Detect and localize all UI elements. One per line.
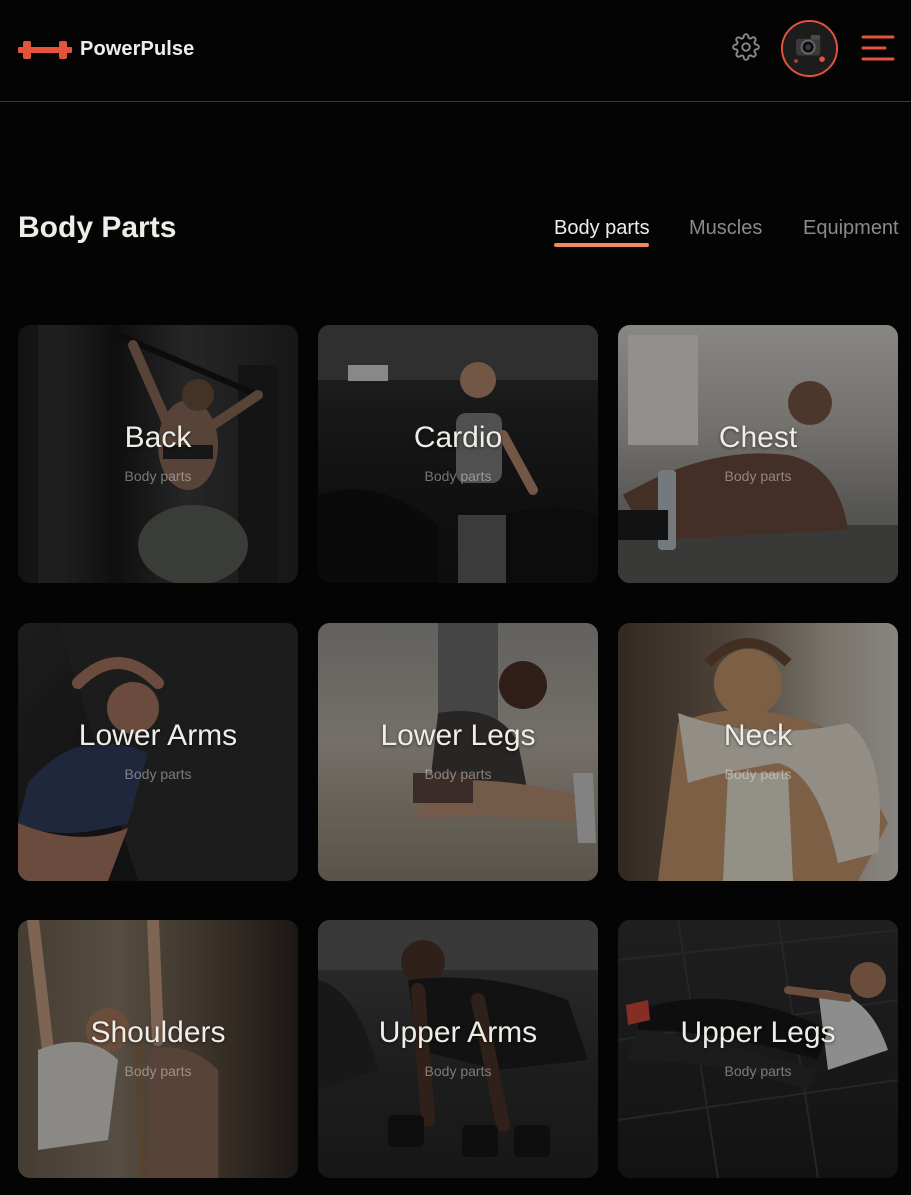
tab-muscles[interactable]: Muscles <box>689 217 762 240</box>
card-upper-arms[interactable]: Upper Arms Body parts <box>318 920 598 1178</box>
card-back[interactable]: Back Body parts <box>18 325 298 583</box>
dumbbell-icon <box>18 40 72 59</box>
card-lower-arms[interactable]: Lower Arms Body parts <box>18 623 298 881</box>
card-title: Shoulders <box>90 1016 226 1049</box>
card-title: Upper Arms <box>378 1016 538 1049</box>
card-lower-legs[interactable]: Lower Legs Body parts <box>318 623 598 881</box>
card-subtitle: Body parts <box>124 1063 192 1079</box>
card-upper-legs[interactable]: Upper Legs Body parts <box>618 920 898 1178</box>
brand-logo[interactable]: PowerPulse <box>18 38 194 61</box>
card-subtitle: Body parts <box>424 1063 492 1079</box>
card-subtitle: Body parts <box>424 766 492 782</box>
card-subtitle: Body parts <box>124 468 192 484</box>
tab-bar: Body parts Muscles Equipment <box>0 217 911 257</box>
card-title: Cardio <box>413 421 503 454</box>
card-title: Back <box>124 421 192 454</box>
card-subtitle: Body parts <box>724 766 792 782</box>
hamburger-icon[interactable] <box>861 34 895 62</box>
card-title: Upper Legs <box>680 1016 836 1049</box>
brand-name: PowerPulse <box>80 38 195 60</box>
card-title: Chest <box>718 421 798 454</box>
card-subtitle: Body parts <box>124 766 192 782</box>
card-chest[interactable]: Chest Body parts <box>618 325 898 583</box>
card-cardio[interactable]: Cardio Body parts <box>318 325 598 583</box>
gear-icon[interactable] <box>732 33 760 61</box>
avatar-image <box>783 22 836 75</box>
tab-equipment[interactable]: Equipment <box>803 217 899 240</box>
card-neck[interactable]: Neck Body parts <box>618 623 898 881</box>
card-subtitle: Body parts <box>424 468 492 484</box>
card-title: Lower Arms <box>78 719 238 752</box>
active-tab-indicator <box>554 243 649 247</box>
card-subtitle: Body parts <box>724 1063 792 1079</box>
card-subtitle: Body parts <box>724 468 792 484</box>
card-title: Neck <box>723 719 793 752</box>
avatar[interactable] <box>781 20 838 77</box>
header: PowerPulse <box>0 0 911 102</box>
tab-body-parts[interactable]: Body parts <box>554 217 650 240</box>
card-shoulders[interactable]: Shoulders Body parts <box>18 920 298 1178</box>
card-title: Lower Legs <box>380 719 536 752</box>
